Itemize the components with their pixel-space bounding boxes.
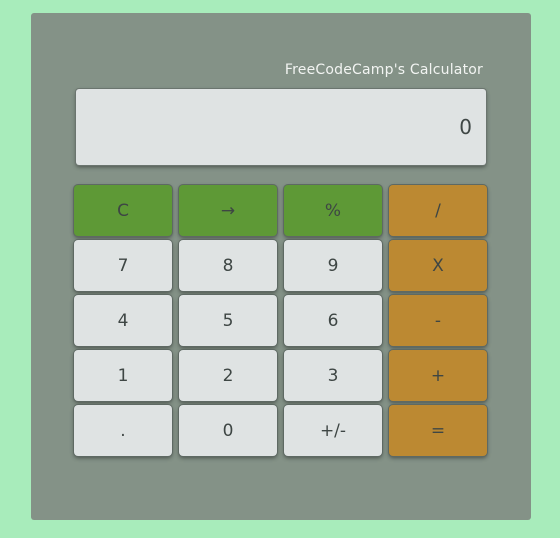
decimal-label: . bbox=[120, 420, 126, 441]
digit-4-button[interactable]: 4 bbox=[74, 295, 172, 346]
percent-label: % bbox=[324, 200, 342, 221]
digit-7-button[interactable]: 7 bbox=[74, 240, 172, 291]
backspace-button[interactable]: → bbox=[179, 185, 277, 236]
digit-7-label: 7 bbox=[117, 255, 129, 276]
decimal-button[interactable]: . bbox=[74, 405, 172, 456]
add-label: + bbox=[430, 365, 446, 386]
digit-1-button[interactable]: 1 bbox=[74, 350, 172, 401]
percent-button[interactable]: % bbox=[284, 185, 382, 236]
digit-6-label: 6 bbox=[327, 310, 339, 331]
digit-3-label: 3 bbox=[327, 365, 339, 386]
digit-5-button[interactable]: 5 bbox=[179, 295, 277, 346]
subtract-label: - bbox=[434, 310, 442, 331]
calculator-title: FreeCodeCamp's Calculator bbox=[284, 62, 483, 78]
add-button[interactable]: + bbox=[389, 350, 487, 401]
digit-2-label: 2 bbox=[222, 365, 234, 386]
digit-3-button[interactable]: 3 bbox=[284, 350, 382, 401]
keypad: C → % / 7 8 9 X 4 5 6 - 1 2 3 + . 0 +/- … bbox=[74, 185, 488, 456]
digit-0-button[interactable]: 0 bbox=[179, 405, 277, 456]
calculator-display: 0 bbox=[76, 89, 486, 165]
digit-2-button[interactable]: 2 bbox=[179, 350, 277, 401]
digit-0-label: 0 bbox=[222, 420, 234, 441]
digit-8-label: 8 bbox=[222, 255, 234, 276]
digit-9-button[interactable]: 9 bbox=[284, 240, 382, 291]
clear-label: C bbox=[117, 200, 129, 221]
divide-label: / bbox=[435, 200, 441, 221]
subtract-button[interactable]: - bbox=[389, 295, 487, 346]
arrow-right-icon: → bbox=[220, 200, 236, 221]
calculator-body: FreeCodeCamp's Calculator 0 C → % / 7 8 … bbox=[31, 13, 531, 520]
digit-9-label: 9 bbox=[327, 255, 339, 276]
digit-5-label: 5 bbox=[222, 310, 234, 331]
digit-6-button[interactable]: 6 bbox=[284, 295, 382, 346]
divide-button[interactable]: / bbox=[389, 185, 487, 236]
digit-4-label: 4 bbox=[117, 310, 129, 331]
equals-label: = bbox=[430, 420, 446, 441]
multiply-label: X bbox=[432, 255, 444, 276]
negate-button[interactable]: +/- bbox=[284, 405, 382, 456]
equals-button[interactable]: = bbox=[389, 405, 487, 456]
negate-label: +/- bbox=[319, 420, 347, 441]
multiply-button[interactable]: X bbox=[389, 240, 487, 291]
digit-1-label: 1 bbox=[117, 365, 129, 386]
digit-8-button[interactable]: 8 bbox=[179, 240, 277, 291]
clear-button[interactable]: C bbox=[74, 185, 172, 236]
